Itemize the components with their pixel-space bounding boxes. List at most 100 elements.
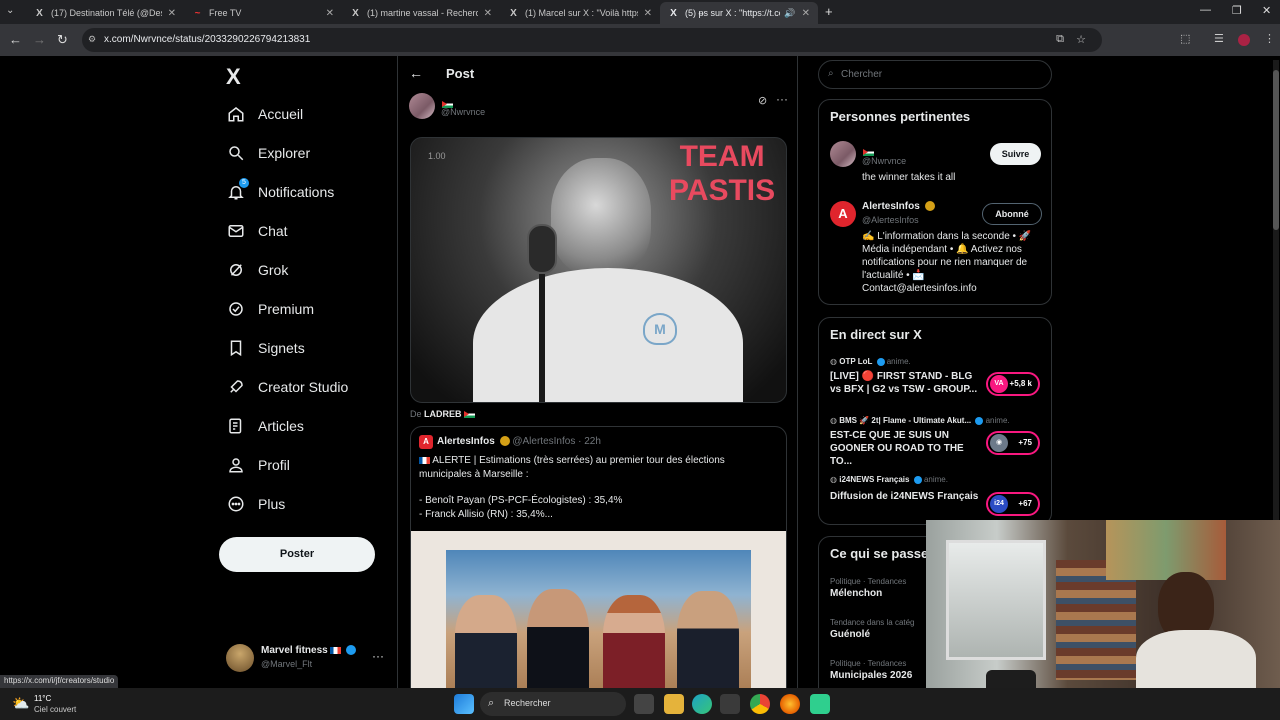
author-avatar[interactable] — [409, 93, 435, 119]
tab-search-icon[interactable]: ☰ — [1214, 32, 1224, 45]
football-shirt — [473, 268, 743, 402]
live-item[interactable]: ◍ BMS 🚀 2t| Flame - Ultimate Akut... ani… — [830, 416, 1044, 467]
singer-head — [551, 158, 651, 276]
post-more-icon[interactable]: ··· — [776, 92, 788, 106]
post-button[interactable]: Poster — [219, 537, 375, 572]
om-crest-icon: M — [643, 313, 677, 345]
app-icon[interactable] — [810, 694, 830, 714]
chrome-icon[interactable] — [750, 694, 770, 714]
live-avatar: ◉ — [990, 434, 1008, 452]
person-handle[interactable]: @Nwrvnce — [862, 156, 906, 166]
grok-icon — [226, 260, 246, 280]
close-icon[interactable]: ✕ — [484, 8, 492, 19]
browser-menu-icon[interactable]: ⋮ — [1264, 32, 1275, 45]
close-icon[interactable]: ✕ — [802, 8, 810, 19]
browser-tab-3[interactable]: X (1) martine vassal - Recherche / ✕ — [342, 2, 500, 24]
live-item[interactable]: ◍ OTP LoL anime. [LIVE] 🔴 FIRST STAND - … — [830, 357, 1044, 405]
sidebar-item-plus[interactable]: Plus — [226, 492, 285, 516]
minimize-icon[interactable]: — — [1200, 4, 1211, 16]
back-arrow-icon[interactable]: ← — [409, 65, 423, 81]
post-image[interactable]: 1.00 TEAM PASTIS M — [410, 137, 787, 403]
live-status: anime. — [886, 357, 911, 366]
trend-item[interactable]: Politique · Tendances Mélenchon — [830, 577, 906, 599]
speaker-icon[interactable]: 🔊 — [784, 8, 795, 19]
weather-icon[interactable]: ⛅ — [12, 695, 29, 712]
live-viewers-pill: ◉ +75 — [986, 431, 1040, 455]
new-tab-button[interactable]: + — [825, 4, 833, 19]
search-icon: ⌕ — [488, 697, 495, 709]
sidebar-item-grok[interactable]: Grok — [226, 258, 288, 282]
sidebar-item-premium[interactable]: Premium — [226, 297, 314, 321]
browser-tab-5[interactable]: X (5) ᵽs sur X : "https://t.co/A 🔊 ✕ — [660, 2, 818, 24]
profile-avatar-icon[interactable] — [1238, 34, 1250, 46]
bell-icon: 5 — [226, 178, 249, 202]
back-icon[interactable]: ← — [9, 32, 22, 48]
account-switcher[interactable]: Marvel fitness @Marvel_Flt ··· — [226, 643, 396, 673]
trend-item[interactable]: Politique · Tendances Municipales 2026 — [830, 659, 912, 681]
relevant-people-panel: Personnes pertinentes @Nwrvnce the winne… — [818, 99, 1052, 305]
panel-title: Ce qui se passe — [830, 546, 929, 561]
close-icon[interactable]: ✕ — [326, 8, 334, 19]
search-input[interactable]: Chercher — [841, 69, 882, 80]
candidate-figure-2 — [527, 589, 589, 688]
search-box[interactable]: ⌕ Chercher — [818, 60, 1052, 89]
microphone-stand — [539, 274, 545, 402]
sidebar-item-creator-studio[interactable]: Creator Studio — [226, 375, 348, 399]
account-name-row: Marvel fitness — [261, 645, 357, 656]
article-icon — [226, 416, 246, 436]
grok-explain-icon[interactable]: ⊘ — [758, 94, 767, 107]
restore-icon[interactable]: ❐ — [1232, 4, 1242, 17]
tab-title: (1) martine vassal - Recherche / — [367, 8, 478, 18]
live-title: Diffusion de i24NEWS Français — [830, 491, 979, 502]
install-icon[interactable]: ⧉ — [1056, 33, 1064, 46]
sidebar-item-chat[interactable]: Chat — [226, 219, 288, 243]
scrollbar-thumb[interactable] — [1273, 70, 1279, 230]
browser-tab-4[interactable]: X (1) Marcel sur X : "Voilà https:// ✕ — [500, 2, 660, 24]
following-button[interactable]: Abonné — [982, 203, 1042, 225]
person-name[interactable]: AlertesInfos — [862, 201, 920, 212]
via-name[interactable]: LADREB — [424, 409, 462, 419]
store-icon[interactable] — [720, 694, 740, 714]
premium-icon — [226, 299, 246, 319]
trend-item[interactable]: Tendance dans la catég Guénolé — [830, 618, 915, 640]
quoted-post[interactable]: A AlertesInfos @AlertesInfos · 22h ALERT… — [410, 426, 787, 688]
window-close-icon[interactable]: ✕ — [1262, 4, 1271, 17]
reload-icon[interactable]: ↻ — [57, 32, 68, 48]
site-info-icon[interactable]: ⚙ — [88, 34, 96, 45]
browser-tab-1[interactable]: X (17) Destination Télé (@Destina ✕ — [26, 2, 184, 24]
edge-icon[interactable] — [692, 694, 712, 714]
firefox-icon[interactable] — [780, 694, 800, 714]
weather-desc[interactable]: Ciel couvert — [34, 705, 76, 714]
sidebar-item-accueil[interactable]: Accueil — [226, 102, 303, 126]
task-view-icon[interactable] — [634, 694, 654, 714]
sidebar-item-signets[interactable]: Signets — [226, 336, 305, 360]
bookmark-star-icon[interactable]: ☆ — [1076, 33, 1086, 46]
author-handle[interactable]: @Nwrvnce — [441, 107, 485, 117]
sidebar-item-notifications[interactable]: 5 Notifications — [226, 178, 334, 204]
extensions-icon[interactable]: ⬚ — [1180, 32, 1190, 45]
live-item[interactable]: ◍ i24NEWS Français anime. Diffusion de i… — [830, 475, 1044, 516]
sidebar-item-explorer[interactable]: Explorer — [226, 141, 310, 165]
avatar[interactable] — [830, 141, 856, 167]
quote-image[interactable] — [411, 531, 786, 688]
file-explorer-icon[interactable] — [664, 694, 684, 714]
browser-tab-2[interactable]: ~ Free TV ✕ — [184, 2, 342, 24]
windows-start-icon[interactable] — [454, 694, 474, 714]
live-host-row: ◍ i24NEWS Français anime. — [830, 475, 1044, 484]
close-icon[interactable]: ✕ — [644, 8, 652, 19]
alertesinfos-avatar[interactable]: A — [830, 201, 856, 227]
taskbar-search[interactable]: ⌕ Rechercher — [480, 692, 626, 716]
sidebar-item-profil[interactable]: Profil — [226, 453, 290, 477]
follow-button[interactable]: Suivre — [990, 143, 1041, 165]
account-more-icon[interactable]: ··· — [372, 649, 384, 663]
url-field[interactable]: ⚙ x.com/Nwrvnce/status/20332902267942138… — [82, 28, 1102, 52]
weather-temp[interactable]: 11°C — [34, 694, 51, 703]
forward-icon[interactable]: → — [33, 32, 46, 48]
account-name: Marvel fitness — [261, 645, 328, 656]
person-handle[interactable]: @AlertesInfos — [862, 215, 919, 225]
tab-list-icon[interactable]: ⌄ — [6, 5, 14, 16]
x-logo-icon[interactable]: X — [226, 64, 241, 90]
host-avatar-icon: ◍ — [830, 357, 837, 366]
sidebar-item-articles[interactable]: Articles — [226, 414, 304, 438]
close-icon[interactable]: ✕ — [168, 8, 176, 19]
